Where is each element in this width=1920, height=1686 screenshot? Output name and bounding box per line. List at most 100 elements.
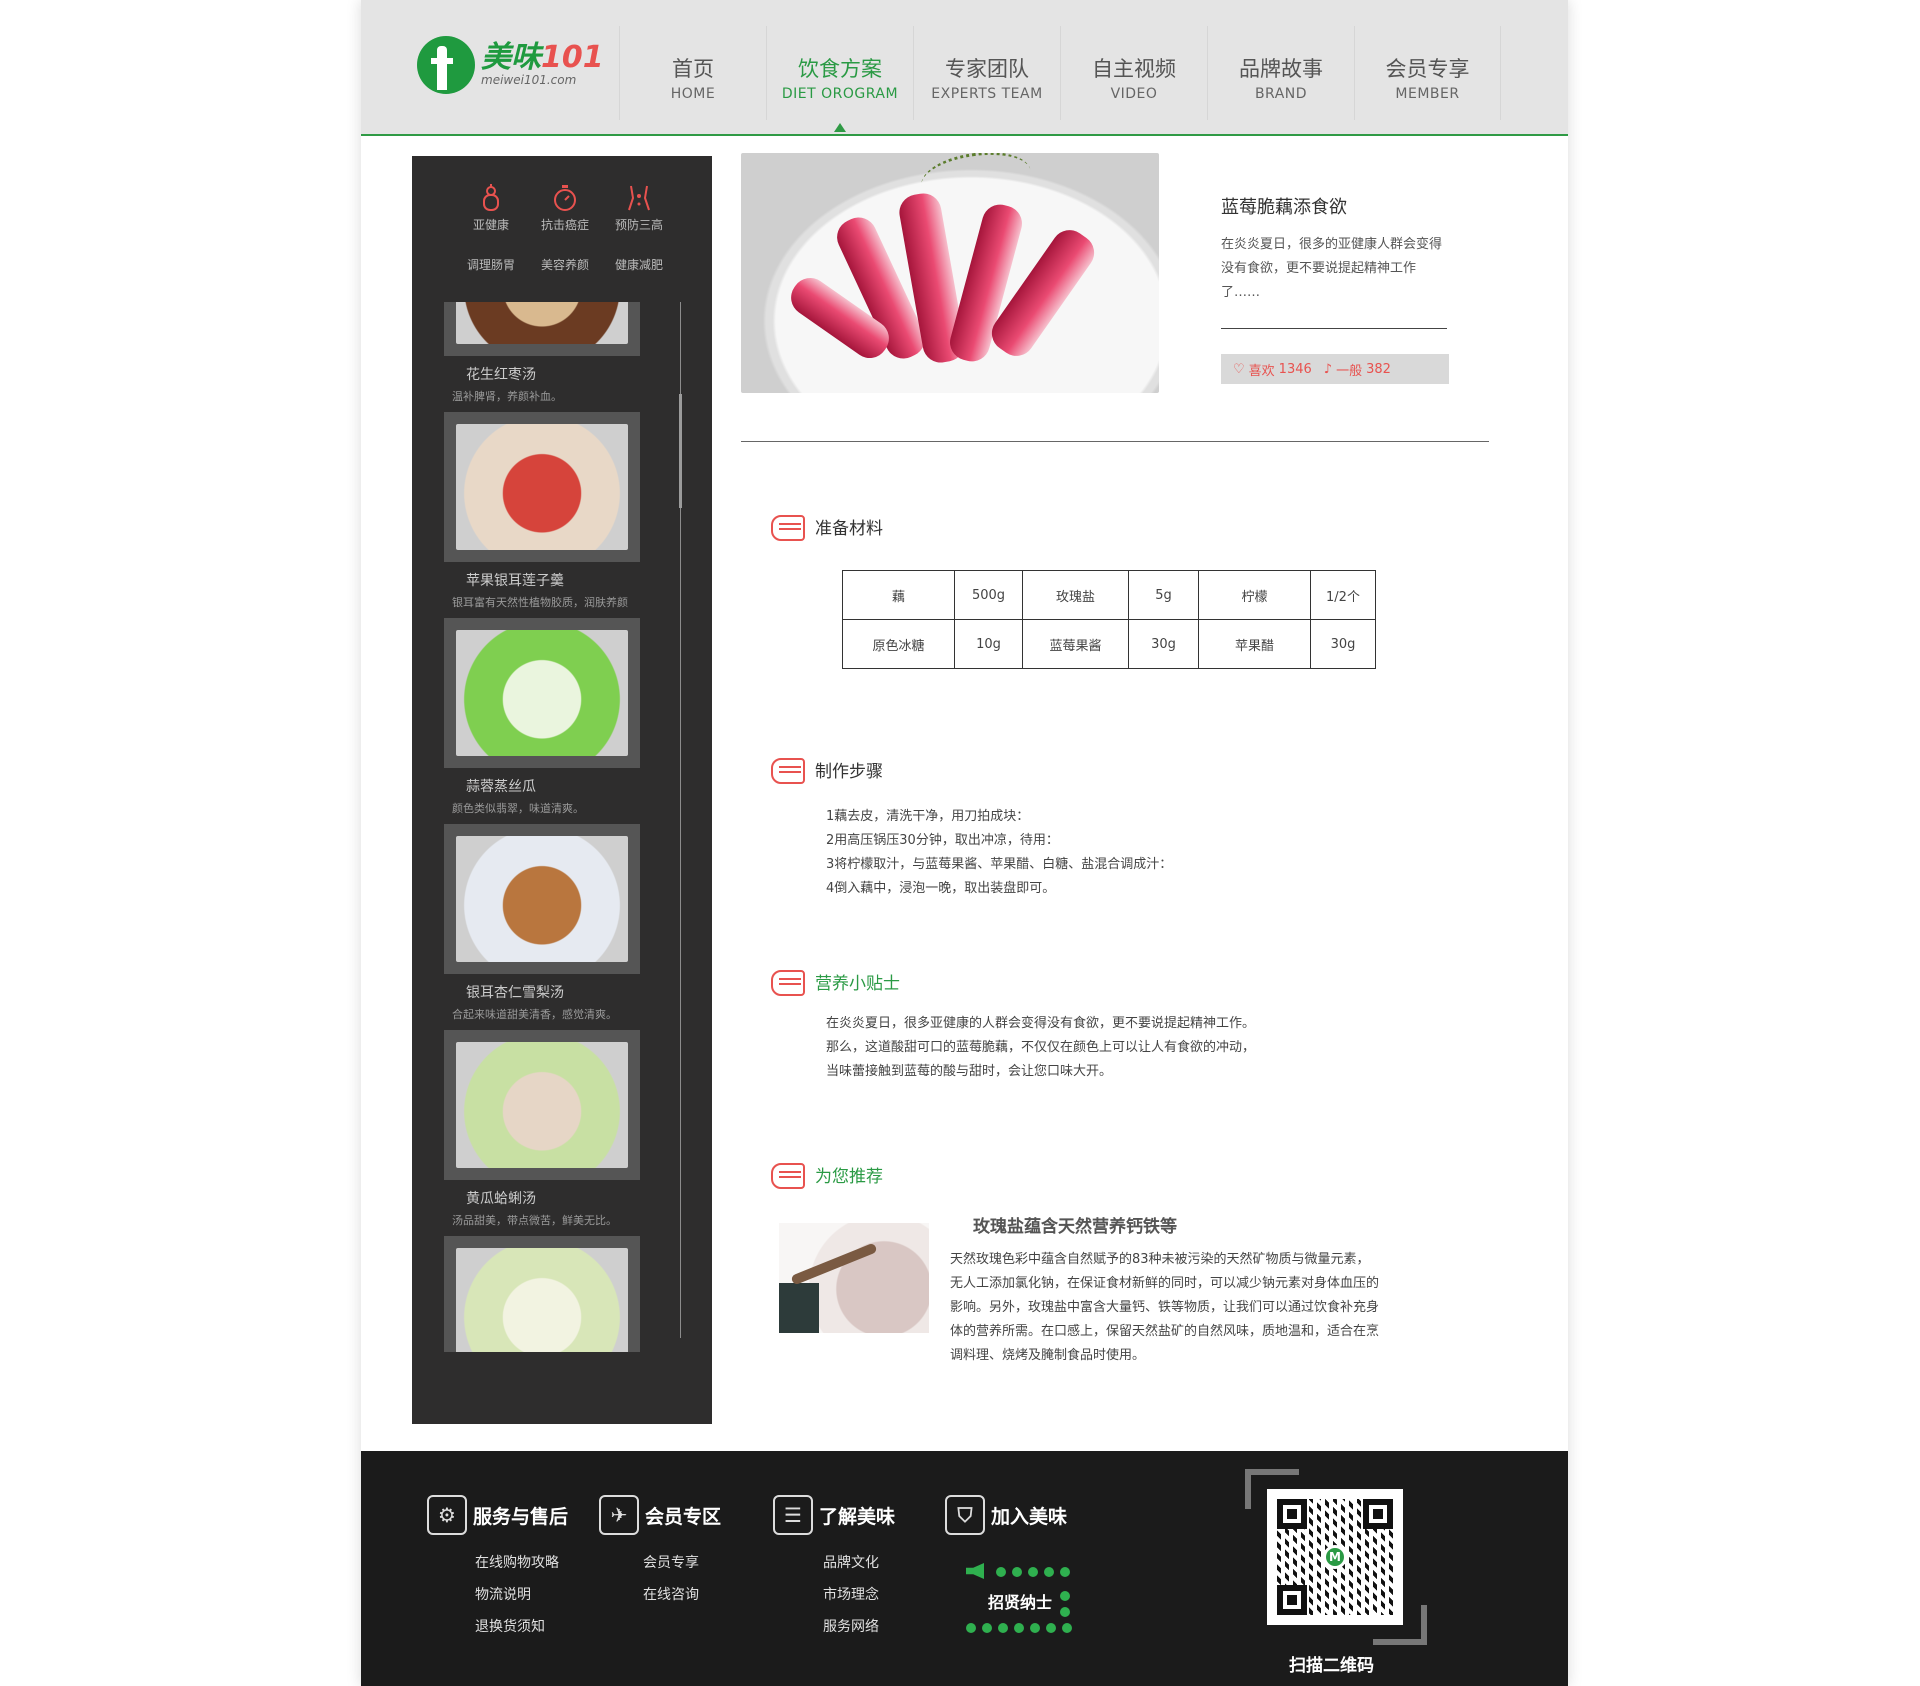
heart-icon: ♡ bbox=[1233, 361, 1245, 377]
category-beauty[interactable]: 美容养颜 bbox=[528, 256, 602, 273]
recipe-list-item[interactable]: 黄瓜蛤蜊汤 汤品甜美，带点微苦，鲜美无比。 bbox=[444, 1030, 664, 1236]
section-title: 营养小贴士 bbox=[815, 973, 900, 994]
footer-link[interactable]: 市场理念 bbox=[823, 1579, 895, 1611]
nav-label-en: DIET OROGRAM bbox=[781, 86, 899, 102]
section-steps: 制作步骤 bbox=[769, 755, 883, 784]
divider bbox=[741, 441, 1489, 442]
category-prevent-three-highs[interactable]: 预防三高 bbox=[602, 180, 676, 233]
recipe-title: 黄瓜蛤蜊汤 bbox=[466, 1191, 536, 1207]
nav-label-en: MEMBER bbox=[1395, 86, 1460, 102]
footer-link[interactable]: 退换货须知 bbox=[475, 1611, 568, 1643]
nav-label-en: BRAND bbox=[1254, 86, 1308, 102]
recipe-thumbnail bbox=[444, 618, 640, 768]
nav-brand[interactable]: 品牌故事 BRAND bbox=[1207, 26, 1354, 120]
footer-link[interactable]: 会员专享 bbox=[643, 1547, 721, 1579]
category-label: 抗击癌症 bbox=[540, 218, 589, 232]
nav-label-cn: 品牌故事 bbox=[1239, 57, 1323, 81]
recipe-thumbnail bbox=[444, 1030, 640, 1180]
scrollbar-thumb[interactable] bbox=[679, 394, 682, 508]
recipe-list: 花生红枣汤 温补脾肾，养颜补血。 苹果银耳莲子羹 银耳富有天然性植物胶质，润肤养… bbox=[444, 302, 664, 1352]
recipe-title: 银耳杏仁雪梨汤 bbox=[466, 985, 564, 1001]
section-recommend: 为您推荐 bbox=[769, 1160, 883, 1189]
thumb-neutral-icon: ♪ bbox=[1323, 361, 1333, 377]
normal-button[interactable]: ♪ 一般 382 bbox=[1324, 360, 1391, 379]
footer: ⚙ 服务与售后 在线购物攻略 物流说明 退换货须知 ✈ 会员专区 会员专享 在线咨询… bbox=[361, 1451, 1568, 1686]
footer-col-title: 加入美味 bbox=[991, 1505, 1068, 1528]
recipe-image bbox=[456, 424, 628, 550]
nav-video[interactable]: 自主视频 VIDEO bbox=[1060, 26, 1207, 120]
ingredients-table: 藕 500g 玫瑰盐 5g 柠檬 1/2个 原色冰糖 10g 蓝莓果酱 30g … bbox=[842, 570, 1376, 669]
recipe-list-item[interactable]: 花生红枣汤 温补脾肾，养颜补血。 bbox=[444, 302, 664, 412]
footer-link[interactable]: 物流说明 bbox=[475, 1579, 568, 1611]
recommend-image[interactable] bbox=[779, 1223, 929, 1333]
category-anti-cancer[interactable]: 抗击癌症 bbox=[528, 180, 602, 233]
nav-label-cn: 专家团队 bbox=[945, 57, 1029, 81]
step-item: 3将柠檬取汁，与蓝莓果酱、苹果醋、白糖、盐混合调成汁： bbox=[826, 857, 1173, 872]
recommend-description: 天然玫瑰色彩中蕴含自然赋予的83种未被污染的天然矿物质与微量元素，无人工添加氯化… bbox=[950, 1252, 1380, 1363]
gourd-icon bbox=[454, 180, 528, 216]
recipe-image bbox=[456, 1042, 628, 1168]
ruler-icon bbox=[769, 1160, 807, 1189]
step-item: 4倒入藕中，浸泡一晚，取出装盘即可。 bbox=[826, 881, 1056, 896]
recruitment-badge[interactable]: 招贤纳士 bbox=[966, 1563, 1078, 1643]
nav-label-cn: 首页 bbox=[672, 57, 714, 81]
recruitment-text: 招贤纳士 bbox=[988, 1593, 1053, 1612]
hero-recipe-image bbox=[741, 153, 1159, 393]
recipe-thumbnail bbox=[444, 302, 640, 356]
category-sub-health[interactable]: 亚健康 bbox=[454, 180, 528, 233]
table-cell: 5g bbox=[1128, 570, 1199, 620]
table-cell: 500g bbox=[954, 570, 1023, 620]
recipe-desc: 合起来味道甜美清香，感觉清爽。 bbox=[452, 1008, 617, 1021]
nav-label-cn: 饮食方案 bbox=[798, 57, 882, 81]
footer-link[interactable]: 品牌文化 bbox=[823, 1547, 895, 1579]
gear-icon: ⚙ bbox=[427, 1495, 467, 1535]
nav-home[interactable]: 首页 HOME bbox=[619, 26, 766, 120]
recipe-list-item[interactable]: 苹果银耳莲子羹 银耳富有天然性植物胶质，润肤养颜 bbox=[444, 412, 664, 618]
tips-text: 在炎炎夏日，很多亚健康的人群会变得没有食欲，更不要说提起精神工作。 那么，这道酸… bbox=[826, 1012, 1255, 1084]
tip-line: 在炎炎夏日，很多亚健康的人群会变得没有食欲，更不要说提起精神工作。 bbox=[826, 1016, 1256, 1031]
table-cell: 苹果醋 bbox=[1198, 619, 1311, 669]
recipe-list-item[interactable] bbox=[444, 1236, 664, 1352]
footer-link[interactable]: 在线咨询 bbox=[643, 1579, 721, 1611]
recommend-title[interactable]: 玫瑰盐蕴含天然营养钙铁等 bbox=[973, 1212, 1177, 1237]
category-weight-loss[interactable]: 健康减肥 bbox=[602, 256, 676, 273]
normal-count: 382 bbox=[1366, 361, 1391, 377]
table-cell: 1/2个 bbox=[1310, 570, 1376, 620]
footer-col-service: ⚙ 服务与售后 在线购物攻略 物流说明 退换货须知 bbox=[427, 1495, 568, 1643]
table-cell: 柠檬 bbox=[1198, 570, 1311, 620]
recipe-list-item[interactable]: 银耳杏仁雪梨汤 合起来味道甜美清香，感觉清爽。 bbox=[444, 824, 664, 1030]
recipe-thumbnail bbox=[444, 1236, 640, 1352]
nav-member[interactable]: 会员专享 MEMBER bbox=[1354, 26, 1501, 120]
nav-label-cn: 自主视频 bbox=[1092, 57, 1176, 81]
main-nav: 首页 HOME 饮食方案 DIET OROGRAM 专家团队 EXPERTS TEAM… bbox=[619, 26, 1501, 132]
table-cell: 30g bbox=[1128, 619, 1199, 669]
paper-plane-icon: ✈ bbox=[599, 1495, 639, 1535]
table-cell: 蓝莓果酱 bbox=[1022, 619, 1129, 669]
nav-diet-program[interactable]: 饮食方案 DIET OROGRAM bbox=[766, 26, 913, 132]
category-stomach[interactable]: 调理肠胃 bbox=[454, 256, 528, 273]
like-count: 1346 bbox=[1278, 361, 1312, 377]
recipe-desc: 温补脾肾，养颜补血。 bbox=[452, 390, 562, 403]
nav-experts-team[interactable]: 专家团队 EXPERTS TEAM bbox=[913, 26, 1060, 120]
footer-col-join: ⛉ 加入美味 bbox=[945, 1495, 1067, 1535]
recipe-sidebar: 亚健康 抗击癌症 预防三高 调理肠胃 美容养颜 健康减肥 花生红枣汤 温补脾肾，… bbox=[412, 156, 712, 1424]
normal-label: 一般 bbox=[1336, 363, 1363, 379]
like-button[interactable]: ♡ 喜欢 1346 bbox=[1233, 360, 1312, 379]
speaker-icon bbox=[966, 1563, 984, 1579]
ruler-icon bbox=[769, 512, 807, 541]
recipe-image bbox=[456, 836, 628, 962]
tip-line: 那么，这道酸甜可口的蓝莓脆藕，不仅仅在颜色上可以让人有食欲的冲动， bbox=[826, 1040, 1256, 1055]
nav-label-en: HOME bbox=[670, 86, 716, 102]
recipe-desc: 颜色类似翡翠，味道清爽。 bbox=[452, 802, 584, 815]
qr-code-frame: M bbox=[1245, 1469, 1427, 1645]
header: 美味101 meiwei101.com 首页 HOME 饮食方案 DIET OROG… bbox=[361, 0, 1568, 136]
footer-col-title: 会员专区 bbox=[645, 1505, 722, 1528]
logo[interactable]: 美味101 meiwei101.com bbox=[417, 36, 604, 94]
category-grid: 亚健康 抗击癌症 预防三高 bbox=[454, 180, 674, 233]
footer-link[interactable]: 在线购物攻略 bbox=[475, 1547, 568, 1579]
qr-logo-icon: M bbox=[1323, 1545, 1347, 1569]
footer-link[interactable]: 服务网络 bbox=[823, 1611, 895, 1643]
qr-code[interactable]: M bbox=[1267, 1489, 1403, 1625]
recipe-list-item[interactable]: 蒜蓉蒸丝瓜 颜色类似翡翠，味道清爽。 bbox=[444, 618, 664, 824]
table-cell: 藕 bbox=[842, 570, 955, 620]
